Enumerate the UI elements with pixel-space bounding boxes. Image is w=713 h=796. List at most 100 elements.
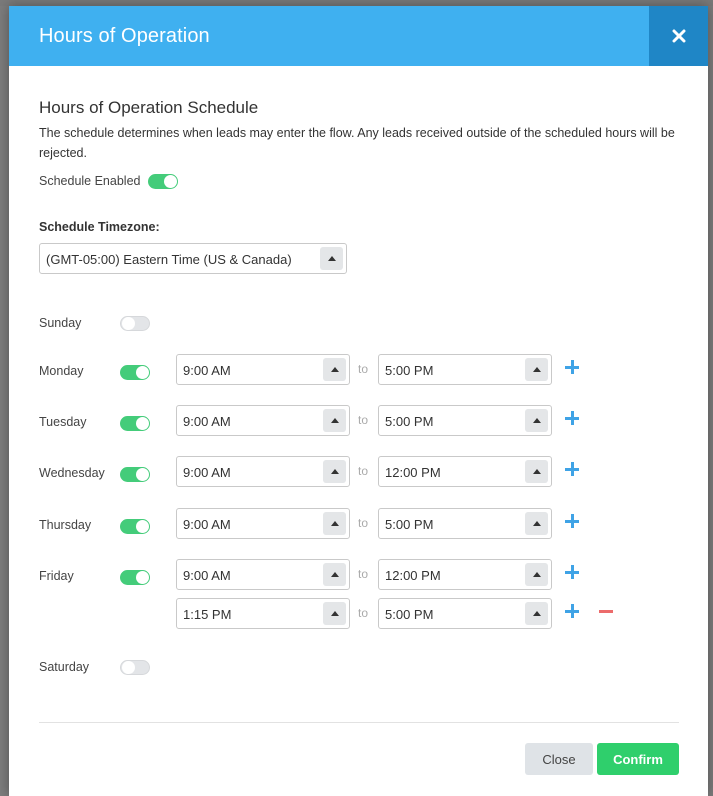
timezone-value: (GMT-05:00) Eastern Time (US & Canada) [46,252,292,267]
modal-close-button[interactable] [649,6,708,66]
day-toggle-thursday[interactable] [120,519,150,534]
toggle-knob [122,317,135,330]
day-label-monday: Monday [39,364,84,378]
tuesday-start-time-select-1-dropdown-button[interactable] [323,409,346,432]
toggle-knob [136,366,149,379]
thursday-start-time-select-1-value: 9:00 AM [183,517,231,532]
day-toggle-friday[interactable] [120,570,150,585]
caret-up-icon [330,367,339,372]
day-label-wednesday: Wednesday [39,466,105,480]
caret-up-icon [330,611,339,616]
tuesday-end-time-select-1[interactable]: 5:00 PM [378,405,552,436]
friday-start-time-select-1-value: 9:00 AM [183,568,231,583]
add-range-button[interactable] [565,462,579,476]
thursday-start-time-select-1[interactable]: 9:00 AM [176,508,350,539]
confirm-button[interactable]: Confirm [597,743,679,775]
tuesday-start-time-select-1[interactable]: 9:00 AM [176,405,350,436]
caret-up-icon [330,521,339,526]
monday-start-time-select-1-dropdown-button[interactable] [323,358,346,381]
caret-up-icon [532,521,541,526]
toggle-knob [122,661,135,674]
monday-start-time-select-1-value: 9:00 AM [183,363,231,378]
caret-up-icon [330,469,339,474]
thursday-end-time-select-1[interactable]: 5:00 PM [378,508,552,539]
friday-start-time-select-2[interactable]: 1:15 PM [176,598,350,629]
day-label-friday: Friday [39,569,74,583]
add-range-button[interactable] [565,604,579,618]
wednesday-end-time-select-1[interactable]: 12:00 PM [378,456,552,487]
toggle-knob [136,520,149,533]
day-label-sunday: Sunday [39,316,82,330]
toggle-knob [136,468,149,481]
tuesday-end-time-select-1-value: 5:00 PM [385,414,434,429]
tuesday-end-time-select-1-dropdown-button[interactable] [525,409,548,432]
timezone-label: Schedule Timezone: [39,220,160,234]
thursday-end-time-select-1-value: 5:00 PM [385,517,434,532]
add-range-button[interactable] [565,360,579,374]
day-label-tuesday: Tuesday [39,415,87,429]
day-toggle-wednesday[interactable] [120,467,150,482]
friday-start-time-select-2-value: 1:15 PM [183,607,232,622]
footer-divider [39,722,679,723]
add-range-button[interactable] [565,411,579,425]
day-toggle-saturday[interactable] [120,660,150,675]
friday-start-time-select-1-dropdown-button[interactable] [323,563,346,586]
friday-end-time-select-1[interactable]: 12:00 PM [378,559,552,590]
wednesday-end-time-select-1-value: 12:00 PM [385,465,441,480]
to-label: to [358,413,369,427]
toggle-knob [136,571,149,584]
day-toggle-tuesday[interactable] [120,416,150,431]
close-button[interactable]: Close [525,743,593,775]
to-label: to [358,464,369,478]
day-label-thursday: Thursday [39,518,92,532]
monday-end-time-select-1-value: 5:00 PM [385,363,434,378]
add-range-button[interactable] [565,565,579,579]
caret-up-icon [327,256,336,261]
remove-range-button[interactable] [599,610,613,613]
tuesday-start-time-select-1-value: 9:00 AM [183,414,231,429]
friday-end-time-select-1-dropdown-button[interactable] [525,563,548,586]
to-label: to [358,516,369,530]
friday-start-time-select-2-dropdown-button[interactable] [323,602,346,625]
caret-up-icon [330,572,339,577]
caret-up-icon [532,418,541,423]
wednesday-start-time-select-1-dropdown-button[interactable] [323,460,346,483]
wednesday-start-time-select-1[interactable]: 9:00 AM [176,456,350,487]
thursday-end-time-select-1-dropdown-button[interactable] [525,512,548,535]
to-label: to [358,567,369,581]
caret-up-icon [532,469,541,474]
caret-up-icon [532,572,541,577]
timezone-dropdown-button[interactable] [320,247,343,270]
to-label: to [358,606,369,620]
schedule-heading: Hours of Operation Schedule [39,98,259,117]
caret-up-icon [532,367,541,372]
hours-of-operation-modal: Hours of Operation Hours of Operation Sc… [9,6,708,796]
modal-header: Hours of Operation [9,6,708,66]
modal-title: Hours of Operation [39,25,210,47]
schedule-enabled-label: Schedule Enabled [39,174,141,188]
close-icon [672,29,685,43]
wednesday-end-time-select-1-dropdown-button[interactable] [525,460,548,483]
timezone-select[interactable]: (GMT-05:00) Eastern Time (US & Canada) [39,243,347,274]
add-range-button[interactable] [565,514,579,528]
caret-up-icon [330,418,339,423]
day-label-saturday: Saturday [39,660,90,674]
friday-end-time-select-1-value: 12:00 PM [385,568,441,583]
toggle-knob [164,175,177,188]
schedule-description: The schedule determines when leads may e… [39,126,675,160]
toggle-knob [136,417,149,430]
friday-end-time-select-2-dropdown-button[interactable] [525,602,548,625]
to-label: to [358,362,369,376]
monday-end-time-select-1[interactable]: 5:00 PM [378,354,552,385]
monday-end-time-select-1-dropdown-button[interactable] [525,358,548,381]
day-toggle-monday[interactable] [120,365,150,380]
thursday-start-time-select-1-dropdown-button[interactable] [323,512,346,535]
friday-end-time-select-2[interactable]: 5:00 PM [378,598,552,629]
wednesday-start-time-select-1-value: 9:00 AM [183,465,231,480]
friday-start-time-select-1[interactable]: 9:00 AM [176,559,350,590]
caret-up-icon [532,611,541,616]
friday-end-time-select-2-value: 5:00 PM [385,607,434,622]
schedule-enabled-toggle[interactable] [148,174,178,189]
monday-start-time-select-1[interactable]: 9:00 AM [176,354,350,385]
day-toggle-sunday[interactable] [120,316,150,331]
